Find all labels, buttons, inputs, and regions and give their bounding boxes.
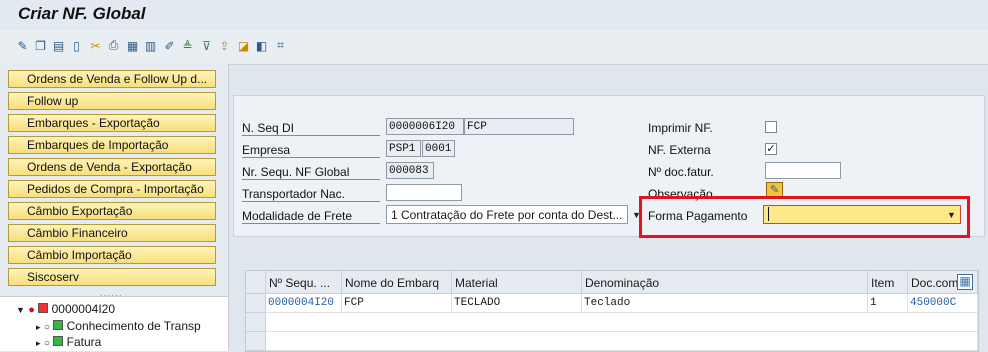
expand-arrow-icon[interactable]: ▼ — [16, 305, 25, 315]
application-toolbar: ✎ ❐ ▤ ▯ ✂ ⎙ ▦ ▥ ✐ ≜ ⊽ ⇪ ◪ ◧ ⌗ — [0, 30, 988, 65]
edit-icon[interactable]: ✎ — [15, 38, 30, 53]
col-header-n-sequ[interactable]: Nº Sequ. ... — [266, 271, 342, 294]
status-red-icon: ● — [28, 304, 35, 316]
select-all-cell[interactable] — [246, 271, 266, 294]
table-cell-item: 1 — [868, 294, 908, 313]
n-seq-di-field[interactable]: 0000006I20 — [386, 118, 464, 135]
cut-icon[interactable]: ✂ — [88, 38, 103, 53]
empresa-label: Empresa — [242, 143, 380, 158]
new-doc-icon[interactable]: ▯ — [69, 38, 84, 53]
tree-node-root[interactable]: ▼ ● 0000004I20 — [16, 302, 115, 318]
status-circle-icon: ○ — [43, 322, 50, 333]
nav-follow-up[interactable]: Follow up — [8, 92, 216, 110]
no-doc-fatur-input[interactable] — [765, 162, 841, 179]
table-cell-n-sequ[interactable]: 0000004I20 — [266, 294, 342, 313]
status-square-icon — [38, 303, 49, 313]
transportador-label: Transportador Nac. — [242, 187, 380, 202]
status-circle-icon: ○ — [43, 338, 50, 349]
nf-externa-label: NF. Externa — [648, 143, 711, 157]
document-tree: ▼ ● 0000004I20 ▸ ○ Conhecimento de Trans… — [0, 296, 228, 351]
col-header-item[interactable]: Item — [868, 271, 908, 294]
info-icon[interactable]: ◧ — [254, 38, 269, 53]
row-selector[interactable] — [246, 294, 266, 313]
col-header-material[interactable]: Material — [452, 271, 582, 294]
chart-icon[interactable]: ◪ — [236, 38, 251, 53]
imprimir-nf-label: Imprimir NF. — [648, 121, 713, 135]
modify-icon[interactable]: ✐ — [162, 38, 177, 53]
items-table: Nº Sequ. ... Nome do Embarq Material Den… — [245, 270, 979, 352]
modalidade-frete-label: Modalidade de Frete — [242, 209, 380, 224]
nav-ordens-venda-exportacao[interactable]: Ordens de Venda - Exportação — [8, 158, 216, 176]
nr-sequ-nf-global-field[interactable]: 000083 — [386, 162, 434, 179]
highlight-box — [639, 196, 970, 238]
tree-child-label: Conhecimento de Transp — [66, 319, 201, 333]
row-selector[interactable] — [246, 332, 266, 351]
export-icon[interactable]: ⇪ — [217, 38, 232, 53]
nav-embarques-importacao[interactable]: Embarques de Importação — [8, 136, 216, 154]
empresa-field[interactable]: PSP1 — [386, 140, 421, 157]
collapse-arrow-icon[interactable]: ▸ — [36, 338, 41, 348]
network-icon[interactable]: ⌗ — [273, 38, 288, 53]
nav-cambio-financeiro[interactable]: Câmbio Financeiro — [8, 224, 216, 242]
nav-cambio-importacao[interactable]: Câmbio Importação — [8, 246, 216, 264]
table-row-empty — [266, 313, 978, 332]
paste-icon[interactable]: ▤ — [51, 38, 66, 53]
table-row-empty — [266, 332, 978, 351]
nav-ordens-venda-follow-up[interactable]: Ordens de Venda e Follow Up d... — [8, 70, 216, 88]
sort-ascending-icon[interactable]: ≜ — [180, 38, 195, 53]
transportador-input[interactable] — [386, 184, 462, 201]
print-icon[interactable]: ⎙ — [106, 38, 121, 53]
title-bar: Criar NF. Global — [0, 0, 988, 30]
table-cell-doc-com[interactable]: 450000C — [908, 294, 978, 313]
tree-node-conhecimento[interactable]: ▸ ○ Conhecimento de Transp — [36, 319, 201, 335]
status-green-icon — [53, 336, 64, 346]
nav-cambio-exportacao[interactable]: Câmbio Exportação — [8, 202, 216, 220]
nr-sequ-nf-global-label: Nr. Sequ. NF Global — [242, 165, 380, 180]
table-cell-nome-embarq: FCP — [342, 294, 452, 313]
layout-icon[interactable]: ▦ — [125, 38, 140, 53]
row-selector[interactable] — [246, 313, 266, 332]
col-header-denominacao[interactable]: Denominação — [582, 271, 868, 294]
modalidade-frete-dropdown[interactable]: 1 Contratação do Frete por conta do Dest… — [386, 205, 628, 224]
n-seq-di-suffix-field[interactable]: FCP — [464, 118, 574, 135]
grid-icon[interactable]: ▥ — [143, 38, 158, 53]
copy-doc-icon[interactable]: ❐ — [33, 38, 48, 53]
nav-pedidos-compra-importacao[interactable]: Pedidos de Compra - Importação — [8, 180, 216, 198]
tree-child-label: Fatura — [66, 335, 102, 349]
col-header-nome-embarq[interactable]: Nome do Embarq — [342, 271, 452, 294]
tree-root-label: 0000004I20 — [51, 302, 116, 316]
sidebar: Ordens de Venda e Follow Up d... Follow … — [0, 64, 229, 351]
tree-node-fatura[interactable]: ▸ ○ Fatura — [36, 335, 101, 351]
window-title: Criar NF. Global — [18, 4, 146, 23]
nf-externa-checkbox[interactable]: ✓ — [765, 143, 777, 155]
nav-embarques-exportacao[interactable]: Embarques - Exportação — [8, 114, 216, 132]
empresa-code-field[interactable]: 0001 — [422, 140, 455, 157]
collapse-arrow-icon[interactable]: ▸ — [36, 322, 41, 332]
filter-icon[interactable]: ⊽ — [199, 38, 214, 53]
n-seq-di-label: N. Seq DI — [242, 121, 380, 136]
table-settings-icon[interactable]: ▦ — [957, 274, 973, 290]
imprimir-nf-checkbox[interactable] — [765, 121, 777, 133]
table-cell-material: TECLADO — [452, 294, 582, 313]
table-cell-denominacao: Teclado — [582, 294, 868, 313]
status-green-icon — [53, 320, 64, 330]
nav-siscoserv[interactable]: Siscoserv — [8, 268, 216, 286]
no-doc-fatur-label: Nº doc.fatur. — [648, 165, 714, 179]
